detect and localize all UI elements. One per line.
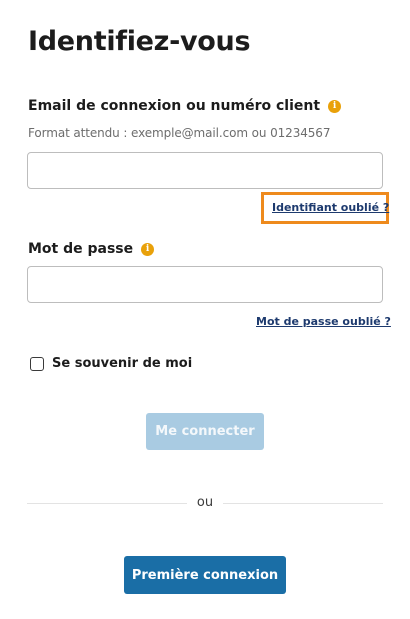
password-label: Mot de passe	[28, 241, 134, 257]
page-title: Identifiez-vous	[28, 26, 251, 57]
forgot-password-link[interactable]: Mot de passe oublié ?	[256, 315, 391, 328]
separator-or: ou	[187, 495, 223, 510]
password-label-row: Mot de passe i	[28, 241, 155, 257]
login-button[interactable]: Me connecter	[146, 413, 264, 450]
login-page: Identifiez-vous Email de connexion ou nu…	[0, 0, 410, 619]
forgot-id-link[interactable]: Identifiant oublié ?	[272, 201, 389, 214]
remember-me-label[interactable]: Se souvenir de moi	[52, 356, 192, 371]
remember-me[interactable]: Se souvenir de moi	[30, 356, 192, 371]
remember-me-checkbox[interactable]	[30, 356, 44, 371]
info-icon[interactable]: i	[328, 99, 342, 113]
login-input[interactable]	[27, 152, 383, 189]
login-label: Email de connexion ou numéro client	[28, 98, 321, 114]
login-label-row: Email de connexion ou numéro client i	[28, 98, 342, 114]
password-input[interactable]	[27, 266, 383, 303]
first-login-button[interactable]: Première connexion	[124, 556, 286, 594]
login-format-hint: Format attendu : exemple@mail.com ou 012…	[28, 126, 331, 140]
info-icon[interactable]: i	[141, 242, 155, 256]
